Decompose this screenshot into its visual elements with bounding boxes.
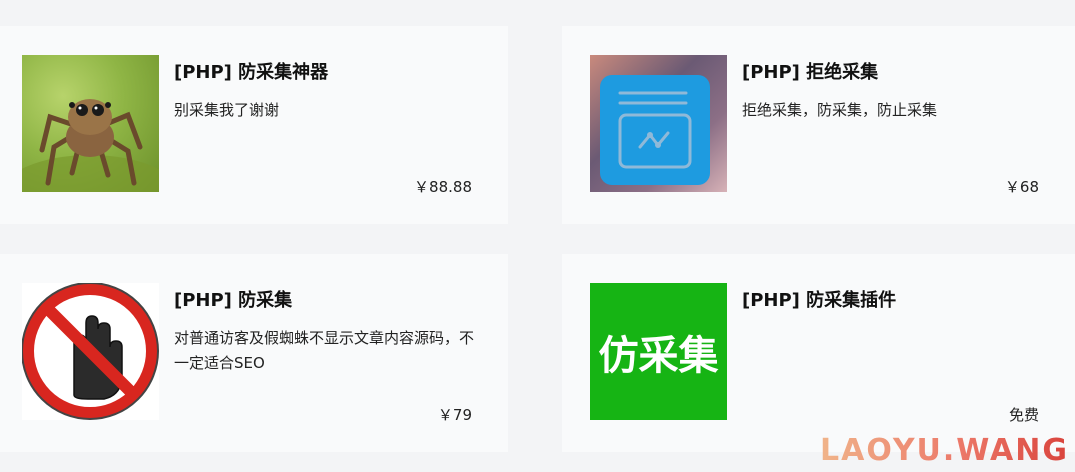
jumping-spider-icon [22, 99, 159, 192]
product-thumbnail[interactable] [22, 55, 159, 192]
product-card[interactable]: 仿采集 [PHP] 防采集插件 免费 [562, 254, 1075, 452]
product-title[interactable]: [PHP] 防采集 [174, 286, 292, 312]
product-price: ￥88.88 [414, 178, 472, 196]
product-price: ￥68 [1004, 178, 1039, 196]
site-watermark: LAOYU.WANG [820, 433, 1069, 468]
product-thumbnail[interactable]: 仿采集 [590, 283, 727, 420]
product-description: 拒绝采集，防采集，防止采集 [742, 101, 938, 119]
logo-text: 仿采集 [598, 332, 719, 379]
product-title[interactable]: [PHP] 拒绝采集 [742, 58, 878, 84]
product-grid: [PHP] 防采集神器 别采集我了谢谢 ￥88.88 [PHP] 拒绝采集 拒绝… [0, 0, 1075, 472]
product-card[interactable]: [PHP] 拒绝采集 拒绝采集，防采集，防止采集 ￥68 [562, 26, 1075, 224]
product-thumbnail[interactable] [590, 55, 727, 192]
product-card[interactable]: [PHP] 防采集神器 别采集我了谢谢 ￥88.88 [0, 26, 508, 224]
product-price: ￥79 [437, 406, 472, 424]
product-price: 免费 [1008, 406, 1039, 424]
product-card[interactable]: [PHP] 防采集 对普通访客及假蜘蛛不显示文章内容源码，不一定适合SEO ￥7… [0, 254, 508, 452]
product-title[interactable]: [PHP] 防采集插件 [742, 286, 896, 312]
stop-hand-icon [22, 283, 159, 420]
product-title[interactable]: [PHP] 防采集神器 [174, 58, 328, 84]
product-description: 对普通访客及假蜘蛛不显示文章内容源码，不一定适合SEO [174, 329, 475, 372]
product-description: 别采集我了谢谢 [174, 101, 280, 119]
product-thumbnail[interactable] [22, 283, 159, 420]
app-window-icon [600, 75, 710, 185]
